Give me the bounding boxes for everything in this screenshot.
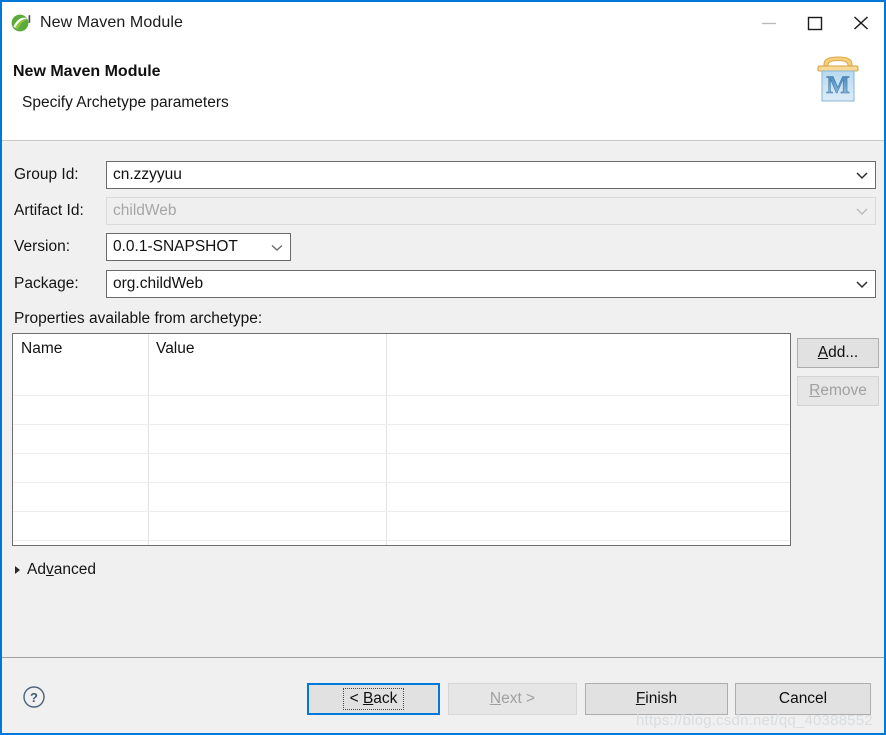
maven-archive-icon: M bbox=[810, 51, 866, 105]
version-label: Version: bbox=[14, 233, 70, 261]
add-button-label-rest: dd... bbox=[828, 344, 858, 361]
column-header-value[interactable]: Value bbox=[156, 340, 195, 358]
new-maven-module-dialog: New Maven Module New Maven Module bbox=[0, 0, 886, 735]
chevron-down-icon bbox=[849, 206, 875, 216]
table-row bbox=[13, 424, 790, 425]
group-id-value: cn.zzyyuu bbox=[107, 166, 849, 184]
next-button-mnemonic: N bbox=[490, 690, 501, 707]
package-label: Package: bbox=[14, 270, 79, 298]
package-value: org.childWeb bbox=[107, 275, 849, 293]
properties-section-label: Properties available from archetype: bbox=[14, 310, 262, 328]
page-subtitle: Specify Archetype parameters bbox=[22, 94, 229, 112]
finish-button-mnemonic: F bbox=[636, 690, 645, 707]
next-button: Next > bbox=[448, 683, 577, 715]
add-button-mnemonic: A bbox=[818, 344, 828, 361]
group-id-label: Group Id: bbox=[14, 161, 79, 189]
svg-text:?: ? bbox=[30, 690, 38, 705]
table-row bbox=[13, 453, 790, 454]
column-header-name[interactable]: Name bbox=[21, 340, 62, 358]
chevron-down-icon[interactable] bbox=[849, 170, 875, 180]
help-question-icon[interactable]: ? bbox=[22, 685, 46, 709]
back-button-focus-ring: < Back bbox=[343, 688, 405, 710]
page-title: New Maven Module bbox=[13, 63, 161, 81]
advanced-mnemonic: v bbox=[46, 561, 54, 578]
remove-property-button: Remove bbox=[797, 376, 879, 406]
wizard-header: New Maven Module Specify Archetype param… bbox=[2, 43, 884, 141]
artifact-id-value: childWeb bbox=[107, 202, 849, 220]
advanced-section-toggle[interactable]: Advanced bbox=[15, 561, 96, 579]
triangle-right-icon[interactable] bbox=[15, 566, 20, 574]
watermark-text: https://blog.csdn.net/qq_40388552 bbox=[636, 712, 873, 729]
add-property-button[interactable]: Add... bbox=[797, 338, 879, 368]
back-button-mnemonic: B bbox=[363, 690, 373, 707]
table-row bbox=[13, 482, 790, 483]
version-value: 0.0.1-SNAPSHOT bbox=[107, 238, 264, 256]
eclipse-maven-logo-icon bbox=[10, 12, 32, 34]
chevron-down-icon[interactable] bbox=[849, 279, 875, 289]
back-button[interactable]: < Back bbox=[307, 683, 440, 715]
properties-table[interactable]: Name Value bbox=[12, 333, 791, 546]
artifact-id-label: Artifact Id: bbox=[14, 197, 84, 225]
version-input[interactable]: 0.0.1-SNAPSHOT bbox=[106, 233, 291, 261]
group-id-input[interactable]: cn.zzyyuu bbox=[106, 161, 876, 189]
remove-button-label-rest: emove bbox=[820, 382, 867, 399]
cancel-button[interactable]: Cancel bbox=[735, 683, 871, 715]
svg-text:M: M bbox=[826, 72, 850, 99]
chevron-down-icon[interactable] bbox=[264, 242, 290, 252]
footer-separator bbox=[2, 657, 884, 658]
table-row bbox=[13, 395, 790, 396]
window-controls bbox=[746, 2, 884, 43]
advanced-label: Advanced bbox=[27, 561, 96, 579]
maximize-icon[interactable] bbox=[792, 2, 838, 43]
remove-button-mnemonic: R bbox=[809, 382, 820, 399]
column-divider[interactable] bbox=[148, 334, 149, 545]
minimize-icon[interactable] bbox=[746, 2, 792, 43]
window-title: New Maven Module bbox=[40, 14, 183, 32]
table-row bbox=[13, 511, 790, 512]
title-bar: New Maven Module bbox=[2, 2, 884, 43]
close-icon[interactable] bbox=[838, 2, 884, 43]
table-row bbox=[13, 540, 790, 541]
column-divider[interactable] bbox=[386, 334, 387, 545]
finish-button[interactable]: Finish bbox=[585, 683, 728, 715]
package-input[interactable]: org.childWeb bbox=[106, 270, 876, 298]
artifact-id-input: childWeb bbox=[106, 197, 876, 225]
